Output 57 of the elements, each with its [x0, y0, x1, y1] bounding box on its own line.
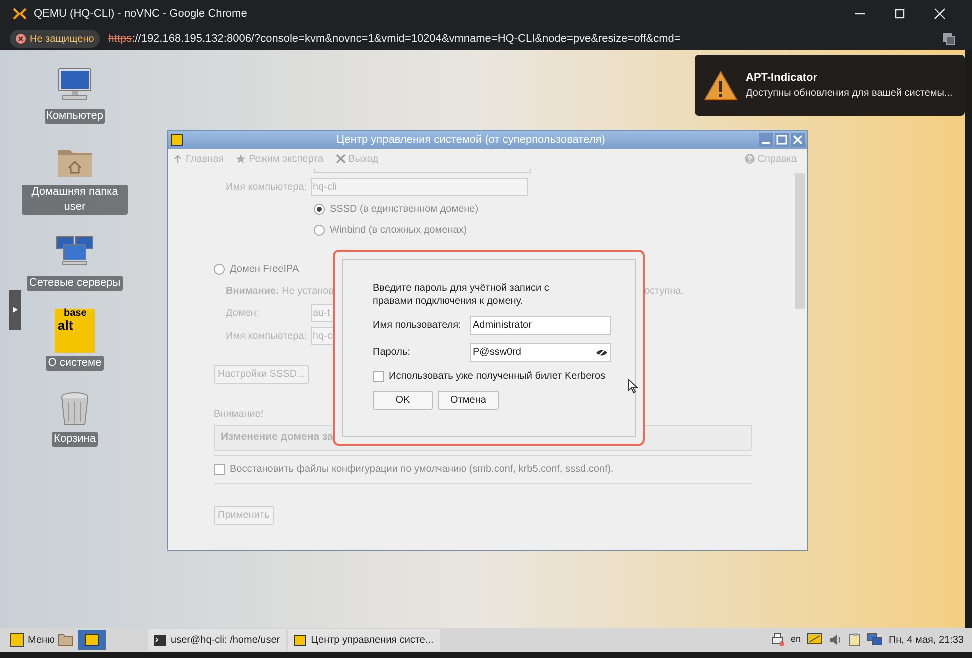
- up-icon: [173, 154, 183, 164]
- warning-text: Внимание: Не установ: [226, 285, 334, 299]
- notice-text: Изменение домена за: [221, 430, 334, 446]
- notification-title: APT-Indicator: [746, 70, 819, 86]
- warning-icon: [704, 70, 738, 100]
- volume-icon[interactable]: [828, 633, 843, 647]
- checkbox[interactable]: [373, 371, 384, 382]
- field-label: Имя компьютера:: [226, 330, 308, 344]
- field-label: Имя пользователя:: [373, 319, 462, 333]
- notification-message: Доступны обновления для вашей системы...: [746, 87, 953, 102]
- monitor-icon[interactable]: [806, 633, 823, 647]
- printer-icon[interactable]: [770, 633, 785, 647]
- taskbar-item[interactable]: user@hq-cli: /home/user: [148, 629, 286, 651]
- app-menu-icon: [10, 633, 24, 647]
- icon-label[interactable]: Сетевые серверы: [27, 276, 123, 291]
- play-icon: [12, 307, 18, 313]
- app-icon: [171, 134, 183, 146]
- translate-icon[interactable]: [942, 32, 956, 46]
- warning-icon: [16, 34, 26, 44]
- star-icon: [236, 154, 246, 164]
- side-panel-handle[interactable]: [9, 290, 21, 330]
- clipboard-icon[interactable]: [848, 633, 861, 647]
- cursor-icon: [628, 379, 638, 394]
- network-icon[interactable]: [866, 633, 883, 647]
- eye-icon[interactable]: [596, 348, 608, 356]
- checkbox-label[interactable]: Использовать уже полученный билет Kerberos: [389, 369, 606, 384]
- active-app-button[interactable]: [78, 630, 106, 650]
- icon-label[interactable]: Корзина: [52, 432, 98, 447]
- field-label: Домен:: [226, 306, 260, 320]
- folder-icon[interactable]: [58, 633, 74, 647]
- icon-label[interactable]: Компьютер: [44, 109, 106, 124]
- input-field[interactable]: Administrator: [470, 316, 611, 335]
- icon-label[interactable]: О системе: [46, 356, 104, 371]
- ok-button[interactable]: OK: [373, 391, 433, 410]
- window-title: QEMU (HQ-CLI) - noVNC - Google Chrome: [34, 6, 248, 22]
- notice-title: Внимание!: [214, 408, 264, 422]
- address-field[interactable]: https://192.168.195.132:8006/?console=kvm&novnc=1&vmid=10204&vmname=HQ-CLI&node=pve&resize=off&cmd=: [108, 30, 681, 48]
- base-alt-logo-icon[interactable]: base alt: [54, 309, 95, 353]
- dialog-prompt: Введите пароль для учётной записи с правами подключения к домену.: [373, 282, 550, 308]
- exit-icon: [336, 154, 346, 164]
- menu-button[interactable]: Меню: [10, 632, 56, 648]
- field-label: Имя компьютера:: [226, 180, 308, 194]
- window-title: Центр управления системой (от суперпользователя): [336, 132, 606, 148]
- terminal-icon: [154, 634, 166, 646]
- icon-label[interactable]: Домашняя папка user: [22, 185, 128, 215]
- keyboard-layout-indicator[interactable]: en: [790, 633, 801, 647]
- clock[interactable]: Пн, 4 мая, 21:33: [888, 632, 964, 648]
- input-field[interactable]: P@ssw0rd: [470, 343, 611, 362]
- cancel-button[interactable]: Отмена: [438, 391, 499, 410]
- app-icon: [294, 634, 306, 646]
- help-icon: [744, 154, 755, 164]
- field-label: Пароль:: [373, 346, 412, 360]
- security-chip[interactable]: Не защищено: [10, 30, 100, 48]
- taskbar-item[interactable]: Центр управления систе...: [288, 629, 440, 651]
- x-logo-icon: [13, 8, 27, 20]
- warning-text: оступна.: [644, 285, 684, 299]
- app-icon: [85, 634, 100, 646]
